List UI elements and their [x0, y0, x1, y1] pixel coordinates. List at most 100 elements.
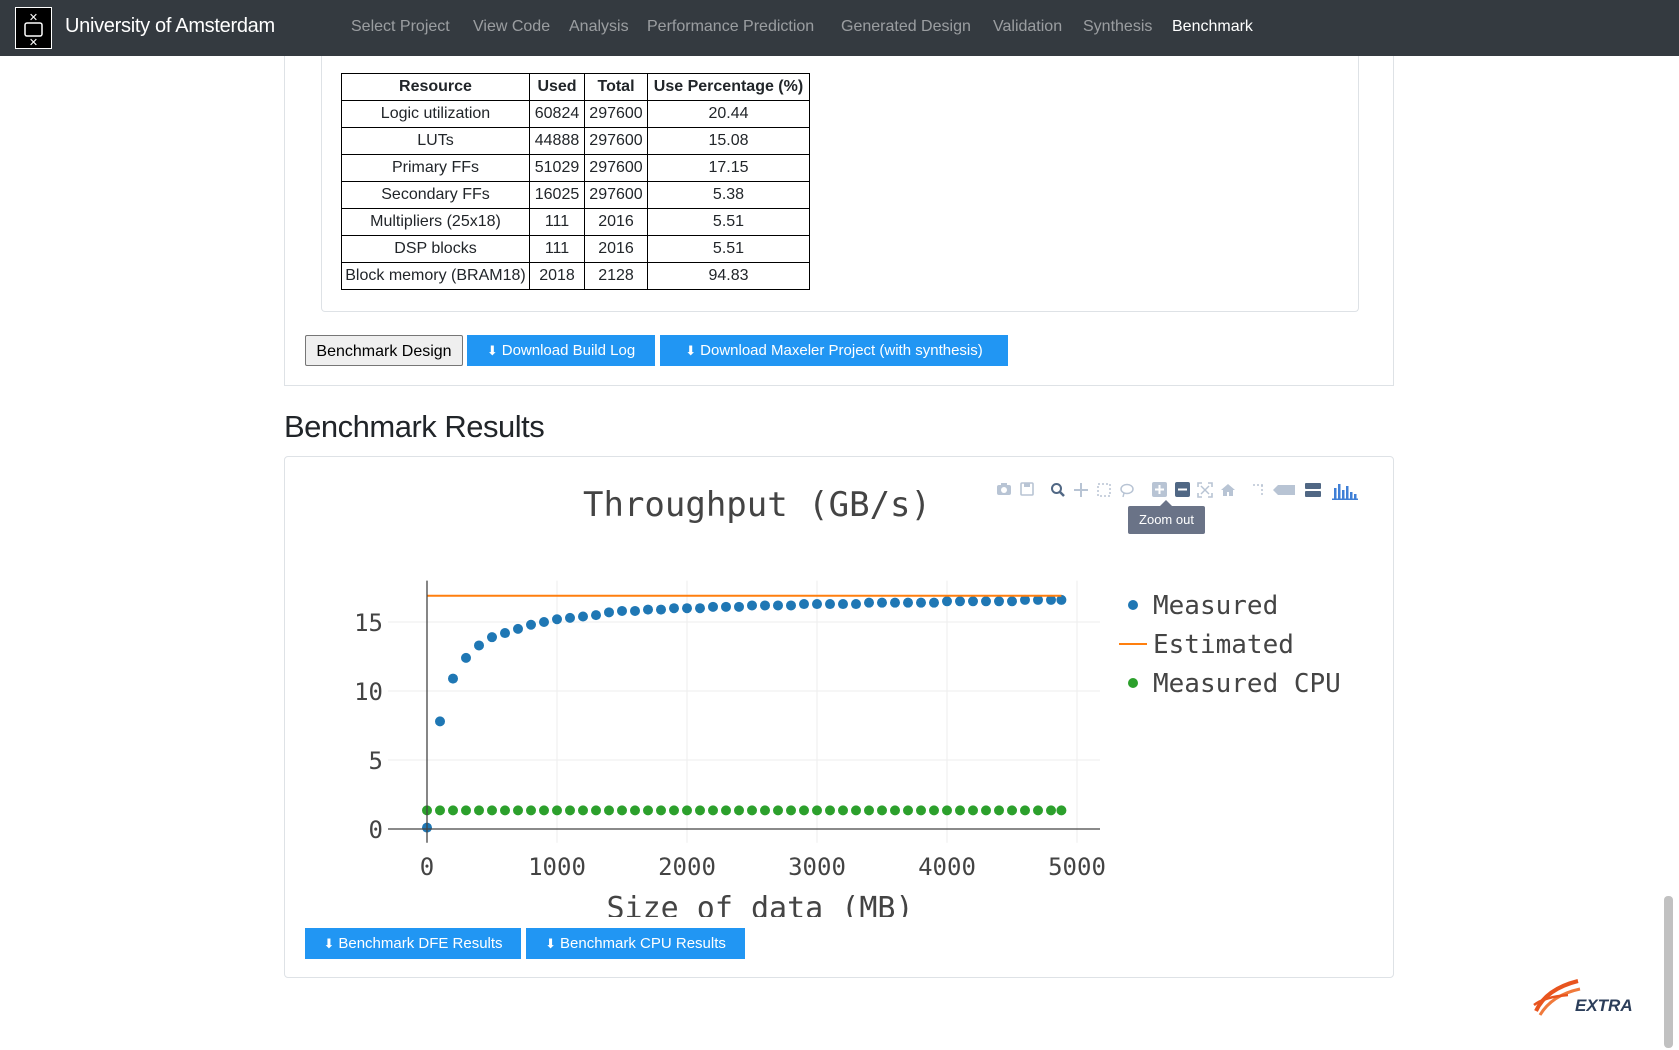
chart-grid [388, 580, 1100, 843]
camera-icon[interactable] [995, 482, 1013, 500]
measured-point [838, 599, 848, 610]
nav-synthesis[interactable]: Synthesis [1083, 18, 1152, 36]
throughput-chart[interactable]: 0 1000 2000 3000 4000 5000 0 5 10 15 Throughput (… [285, 457, 1393, 917]
chart-legend[interactable]: Measured Estimated Measured CPU [1119, 591, 1341, 699]
measured-point [916, 597, 926, 608]
measured-cpu-point [552, 805, 562, 816]
x-tick-label: 1000 [528, 853, 586, 881]
measured-point [786, 600, 796, 611]
table-cell: 5.51 [647, 208, 810, 236]
measured-point [578, 611, 588, 622]
measured-point [474, 640, 484, 651]
measured-cpu-point [539, 805, 549, 816]
measured-point [994, 596, 1004, 607]
zoom-icon[interactable] [1049, 482, 1067, 500]
download-maxeler-label: Download Maxeler Project (with synthesis… [700, 342, 983, 359]
autoscale-icon[interactable] [1196, 482, 1214, 500]
pan-icon[interactable] [1072, 482, 1090, 500]
measured-point [565, 612, 575, 623]
measured-cpu-point [591, 805, 601, 816]
measured-cpu-point [1007, 805, 1017, 816]
measured-cpu-point [617, 805, 627, 816]
column-header: Total [584, 73, 648, 101]
measured-cpu-point [448, 805, 458, 816]
nav-analysis[interactable]: Analysis [569, 18, 629, 36]
hover-closest-icon[interactable] [1272, 482, 1296, 500]
measured-cpu-point [903, 805, 913, 816]
measured-point [734, 601, 744, 612]
measured-point [487, 632, 497, 643]
table-cell: 20.44 [647, 100, 810, 128]
table-row: Logic utilization 60824 297600 20.44 [341, 100, 810, 128]
nav-performance-prediction[interactable]: Performance Prediction [647, 18, 814, 36]
table-header-row: Resource Used Total Use Percentage (%) [341, 73, 810, 101]
measured-point [513, 623, 523, 634]
measured-cpu-point [695, 805, 705, 816]
zoom-out-icon[interactable] [1173, 482, 1191, 500]
measured-point [903, 597, 913, 608]
measured-point [955, 596, 965, 607]
box-select-icon[interactable] [1095, 482, 1113, 500]
measured-point [461, 652, 471, 663]
nav-validation[interactable]: Validation [993, 18, 1062, 36]
nav-benchmark[interactable]: Benchmark [1172, 18, 1253, 36]
measured-cpu-point [825, 805, 835, 816]
chart-title: Throughput (GB/s) [583, 485, 931, 525]
nav-select-project[interactable]: Select Project [351, 18, 450, 36]
measured-cpu-point [643, 805, 653, 816]
hover-compare-icon[interactable] [1302, 482, 1322, 500]
measured-point [721, 601, 731, 612]
chart-data-layer [422, 594, 1067, 833]
brand-name[interactable]: University of Amsterdam [65, 15, 275, 38]
measured-cpu-point [760, 805, 770, 816]
svg-text:✕: ✕ [29, 36, 38, 48]
table-cell: 94.83 [647, 262, 810, 290]
table-cell: 297600 [584, 100, 648, 128]
zoom-in-icon[interactable] [1150, 482, 1168, 500]
download-icon: ⬇ [545, 936, 556, 951]
measured-point [890, 597, 900, 608]
download-icon: ⬇ [685, 343, 697, 358]
toggle-spikelines-icon[interactable] [1249, 482, 1267, 500]
measured-cpu-point [877, 805, 887, 816]
table-cell: 16025 [529, 181, 585, 209]
benchmark-dfe-results-button[interactable]: ⬇ Benchmark DFE Results [305, 928, 521, 959]
column-header: Used [529, 73, 585, 101]
reset-axes-icon[interactable] [1219, 482, 1237, 500]
measured-point [747, 600, 757, 611]
measured-point [708, 601, 718, 612]
column-header: Use Percentage (%) [647, 73, 810, 101]
measured-point [617, 605, 627, 616]
measured-cpu-point [916, 805, 926, 816]
measured-point [682, 603, 692, 614]
download-build-log-button[interactable]: ⬇ Download Build Log [467, 335, 655, 366]
measured-point [656, 604, 666, 615]
university-logo[interactable]: ✕ ✕ [15, 7, 52, 49]
nav-generated-design[interactable]: Generated Design [841, 18, 971, 36]
table-cell: 297600 [584, 181, 648, 209]
column-header: Resource [341, 73, 530, 101]
table-cell: Secondary FFs [341, 181, 530, 209]
measured-cpu-point [864, 805, 874, 816]
table-cell: Block memory (BRAM18) [341, 262, 530, 290]
download-maxeler-project-button[interactable]: ⬇ Download Maxeler Project (with synthesi… [660, 335, 1008, 366]
benchmark-design-button[interactable]: Benchmark Design [305, 335, 463, 366]
benchmark-cpu-label: Benchmark CPU Results [560, 935, 726, 952]
measured-cpu-point [968, 805, 978, 816]
page-scrollbar[interactable] [1664, 896, 1673, 1048]
nav-view-code[interactable]: View Code [473, 18, 550, 36]
measured-point [968, 596, 978, 607]
measured-cpu-point [786, 805, 796, 816]
lasso-icon[interactable] [1118, 482, 1136, 500]
measured-point [435, 716, 445, 727]
measured-point [942, 596, 952, 607]
chart-axes: 0 1000 2000 3000 4000 5000 0 5 10 15 [354, 580, 1106, 881]
measured-point [591, 610, 601, 621]
measured-point [500, 628, 510, 639]
plotly-logo-icon[interactable] [1331, 482, 1359, 500]
save-icon[interactable] [1018, 482, 1036, 500]
legend-marker [1128, 600, 1138, 610]
measured-cpu-point [487, 805, 497, 816]
measured-cpu-point [513, 805, 523, 816]
benchmark-cpu-results-button[interactable]: ⬇ Benchmark CPU Results [526, 928, 745, 959]
